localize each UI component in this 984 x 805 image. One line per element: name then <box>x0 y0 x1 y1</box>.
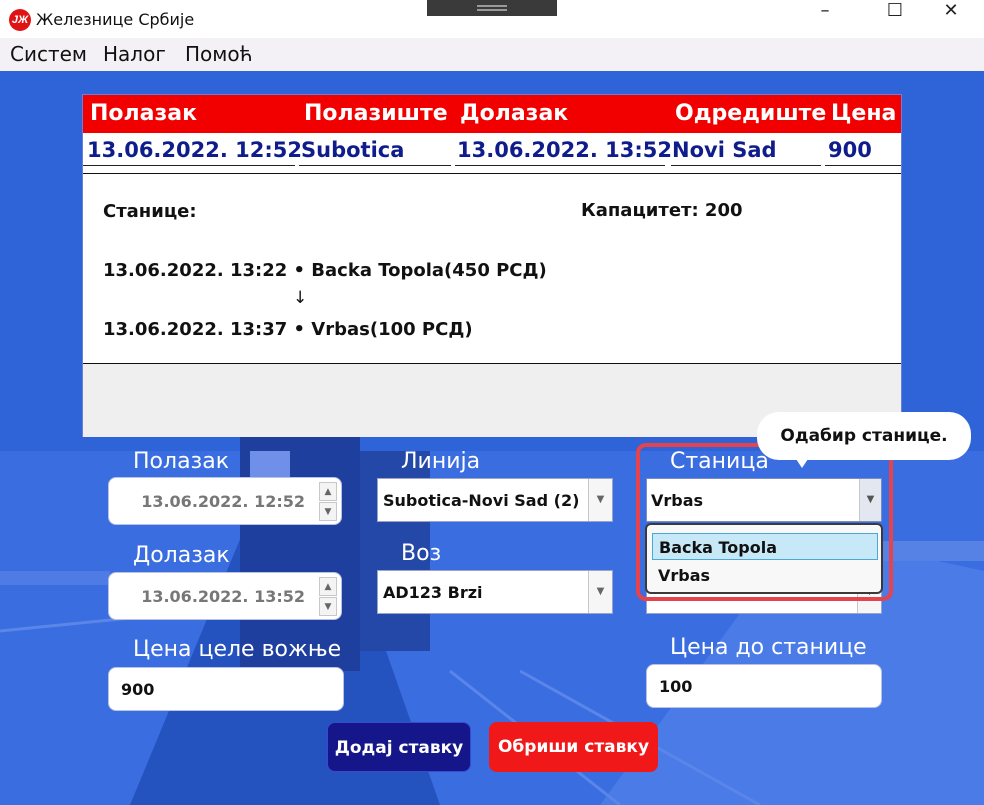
departure-spinner[interactable]: ▲ ▼ <box>319 482 337 522</box>
station-price-label: Цена до станице <box>670 635 867 660</box>
station-stop-1: 13.06.2022. 13:22 • Backa Topola(450 РСД… <box>103 260 547 281</box>
cell-departure[interactable]: 13.06.2022. 12:52 <box>87 138 302 162</box>
station-dropdown-list: Backa Topola Vrbas <box>645 523 883 594</box>
departure-value: 13.06.2022. 12:52 <box>141 492 305 511</box>
full-price-value: 900 <box>121 680 155 699</box>
stations-label: Станице: <box>103 201 197 222</box>
station-option[interactable]: Vrbas <box>652 562 878 589</box>
cell-divider <box>671 165 821 166</box>
station-combobox[interactable]: Vrbas ▼ <box>646 478 882 522</box>
cell-divider <box>825 165 901 166</box>
tooltip-tail <box>794 456 810 468</box>
title-bar: ЈЖ Железнице Србије – ☐ ✕ <box>0 0 984 38</box>
col-origin: Полазиште <box>304 101 448 126</box>
arrow-down-icon: ↓ <box>293 288 308 308</box>
cell-divider <box>455 165 665 166</box>
station-tooltip: Одабир станице. <box>757 412 971 460</box>
cell-divider <box>83 165 295 166</box>
line-label: Линија <box>401 449 481 474</box>
col-price: Цена <box>831 101 897 126</box>
chevron-down-icon[interactable]: ▼ <box>859 479 881 521</box>
station-price-value: 100 <box>659 677 693 696</box>
cell-divider <box>299 165 451 166</box>
spin-down-icon[interactable]: ▼ <box>319 502 337 521</box>
add-item-button[interactable]: Додај ставку <box>327 722 471 772</box>
arrival-value: 13.06.2022. 13:52 <box>141 587 305 606</box>
col-destination: Одредиште <box>675 101 827 126</box>
menu-nalog[interactable]: Налог <box>103 42 166 66</box>
menu-sistem[interactable]: Систем <box>10 42 87 66</box>
window-title: Железнице Србије <box>36 10 195 29</box>
col-departure: Полазак <box>90 101 198 126</box>
station-label: Станица <box>670 449 769 474</box>
chevron-down-icon[interactable]: ▼ <box>588 571 612 613</box>
station-value: Vrbas <box>651 491 704 510</box>
col-arrival: Долазак <box>460 101 569 126</box>
cell-arrival[interactable]: 13.06.2022. 13:52 <box>457 138 672 162</box>
arrival-datetime-picker[interactable]: 13.06.2022. 13:52 ▲ ▼ <box>108 572 342 620</box>
full-price-input[interactable]: 900 <box>108 667 344 711</box>
station-price-input[interactable]: 100 <box>646 664 882 708</box>
train-results-panel: Полазак Полазиште Долазак Одредиште Цена… <box>82 94 902 437</box>
row-separator <box>83 173 901 174</box>
cell-origin[interactable]: Subotica <box>301 138 404 162</box>
menu-pomoc[interactable]: Помоћ <box>185 42 253 66</box>
station-stop-2: 13.06.2022. 13:37 • Vrbas(100 РСД) <box>103 319 473 340</box>
menu-bar: Систем Налог Помоћ <box>0 38 984 71</box>
cell-price[interactable]: 900 <box>828 138 872 162</box>
departure-datetime-picker[interactable]: 13.06.2022. 12:52 ▲ ▼ <box>108 477 342 525</box>
full-price-label: Цена целе вожње <box>133 637 342 662</box>
capacity-label: Капацитет: 200 <box>581 200 743 221</box>
spin-down-icon[interactable]: ▼ <box>319 597 337 616</box>
station-option[interactable]: Backa Topola <box>652 533 878 560</box>
minimize-icon[interactable]: – <box>802 0 848 38</box>
departure-label: Полазак <box>133 449 230 474</box>
train-combobox[interactable]: AD123 Brzi ▼ <box>377 570 613 614</box>
chevron-down-icon[interactable]: ▼ <box>588 479 612 521</box>
train-value: AD123 Brzi <box>383 583 483 602</box>
snap-grip[interactable] <box>427 0 557 16</box>
maximize-icon[interactable]: ☐ <box>872 0 918 38</box>
line-combobox[interactable]: Subotica-Novi Sad (2) ▼ <box>377 478 613 522</box>
train-label: Воз <box>401 541 442 566</box>
line-value: Subotica-Novi Sad (2) <box>383 491 580 510</box>
spin-up-icon[interactable]: ▲ <box>319 577 337 596</box>
cell-destination[interactable]: Novi Sad <box>672 138 777 162</box>
srbija-rail-logo-icon: ЈЖ <box>9 9 31 31</box>
delete-item-button[interactable]: Обриши ставку <box>489 722 658 772</box>
table-header: Полазак Полазиште Долазак Одредиште Цена <box>83 95 901 133</box>
spin-up-icon[interactable]: ▲ <box>319 482 337 501</box>
close-icon[interactable]: ✕ <box>928 0 974 38</box>
arrival-label: Долазак <box>133 543 230 568</box>
arrival-spinner[interactable]: ▲ ▼ <box>319 577 337 617</box>
